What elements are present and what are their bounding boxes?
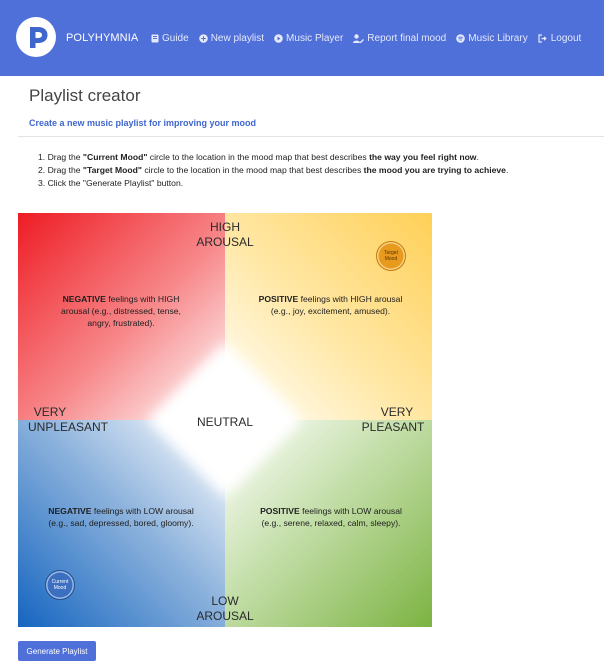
axis-label-high-arousal: HIGH AROUSAL xyxy=(196,220,254,249)
nav-report-final-mood[interactable]: Report final mood xyxy=(353,33,446,44)
quadrant-text-positive-low: POSITIVE feelings with LOW arousal (e.g.… xyxy=(260,506,402,528)
navbar: POLYHYMNIA Guide New playlist Music Play… xyxy=(0,0,604,76)
instruction-step-2: 2. Drag the "Target Mood" circle to the … xyxy=(38,165,509,175)
user-edit-icon xyxy=(353,34,365,43)
nav-report-final-mood-label: Report final mood xyxy=(367,33,447,44)
quadrant-text-negative-low: NEGATIVE feelings with LOW arousal (e.g.… xyxy=(48,506,194,528)
instruction-step-1: 1. Drag the "Current Mood" circle to the… xyxy=(38,152,479,162)
logo[interactable] xyxy=(16,17,56,57)
instruction-step-3: 3. Click the "Generate Playlist" button. xyxy=(38,178,184,188)
plus-circle-icon xyxy=(198,34,208,43)
page-subtitle-link[interactable]: Create a new music playlist for improvin… xyxy=(29,118,256,128)
quadrant-text-positive-high: POSITIVE feelings with HIGH arousal (e.g… xyxy=(258,294,403,316)
mood-map[interactable]: HIGH AROUSAL LOW AROUSAL VERY UNPLEASANT VE… xyxy=(18,213,432,627)
sign-out-icon xyxy=(538,34,547,43)
nav-music-player[interactable]: Music Player xyxy=(274,33,343,44)
play-circle-icon xyxy=(274,34,283,43)
book-icon xyxy=(151,34,159,43)
quadrant-text-negative-high: NEGATIVE feelings with HIGH arousal (e.g… xyxy=(61,294,181,328)
divider xyxy=(18,136,604,137)
spotify-icon xyxy=(456,34,466,43)
axis-label-neutral: NEUTRAL xyxy=(196,415,253,429)
axis-label-very-unpleasant: VERY UNPLEASANT xyxy=(27,405,109,434)
target-mood-handle[interactable]: Target Mood xyxy=(376,241,406,271)
instructions-list: 1. Drag the "Current Mood" circle to the… xyxy=(38,151,508,190)
nav-music-player-label: Music Player xyxy=(286,33,344,44)
axis-label-very-pleasant: VERY PLEASANT xyxy=(361,405,425,434)
nav-logout-label: Logout xyxy=(550,33,582,44)
nav-guide-label: Guide xyxy=(162,33,189,44)
axis-label-low-arousal: LOW AROUSAL xyxy=(196,594,254,623)
nav-menu: Guide New playlist Music Player Report f… xyxy=(151,33,581,44)
nav-new-playlist[interactable]: New playlist xyxy=(198,33,265,44)
logo-p-icon xyxy=(30,27,48,48)
current-mood-handle[interactable]: Current Mood xyxy=(45,570,75,600)
nav-guide[interactable]: Guide xyxy=(151,33,189,44)
nav-music-library[interactable]: Music Library xyxy=(456,33,528,44)
page-title: Playlist creator xyxy=(29,86,141,105)
nav-new-playlist-label: New playlist xyxy=(210,33,265,44)
generate-playlist-button[interactable]: Generate Playlist xyxy=(18,641,96,661)
brand-name[interactable]: POLYHYMNIA xyxy=(66,32,138,44)
nav-music-library-label: Music Library xyxy=(468,33,528,44)
nav-logout[interactable]: Logout xyxy=(538,33,582,44)
